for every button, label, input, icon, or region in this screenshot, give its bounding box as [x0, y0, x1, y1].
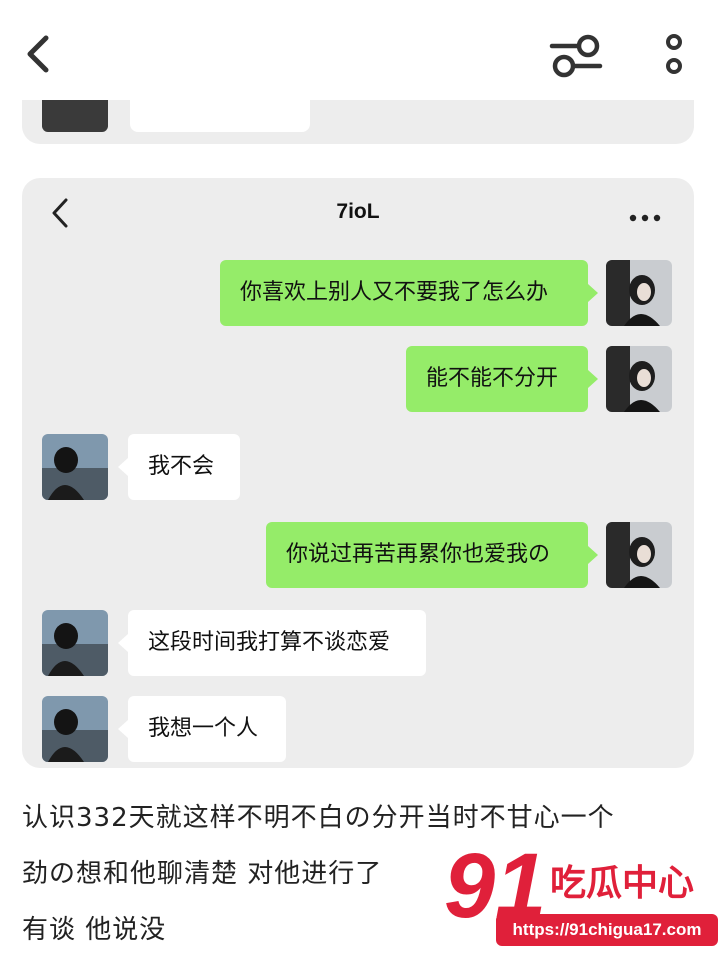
chat-title: 7ioL: [336, 200, 380, 223]
avatar-photo-icon: [606, 260, 672, 326]
bubble-tail: [118, 634, 128, 652]
vertical-dots-icon: [666, 34, 682, 74]
bubble-tail: [588, 284, 598, 302]
message-bubble: 能不能不分开: [406, 346, 588, 412]
message-row: 这段时间我打算不谈恋爱: [22, 610, 694, 676]
chevron-left-icon: [27, 35, 49, 73]
message-bubble: 你喜欢上别人又不要我了怎么办: [220, 260, 588, 326]
sliders-icon: [549, 34, 603, 78]
previous-chat-card: [22, 100, 694, 144]
chat-screenshot-card: 7ioL 你喜欢上别人又不要我了怎么办 能不能不分开 我不会 你说过再苦再累你也…: [22, 178, 694, 768]
avatar-photo-icon: [42, 434, 108, 500]
avatar-me: [606, 346, 672, 412]
avatar-photo-icon: [42, 696, 108, 762]
chat-header: 7ioL: [22, 178, 694, 248]
bubble-tail: [588, 370, 598, 388]
avatar-them: [42, 610, 108, 676]
message-bubble: 我不会: [128, 434, 240, 500]
message-bubble: 我想一个人: [128, 696, 286, 762]
bubble-tail: [118, 720, 128, 738]
bubble-tail: [588, 546, 598, 564]
horizontal-dots-icon: [629, 214, 661, 222]
watermark-url: https://91chigua17.com: [496, 914, 718, 946]
message-row: 能不能不分开: [22, 346, 694, 412]
watermark-name: 吃瓜中心: [550, 863, 695, 904]
avatar-them: [42, 434, 108, 500]
avatar-photo-icon: [606, 346, 672, 412]
avatar-me: [606, 522, 672, 588]
bubble-tail: [118, 458, 128, 476]
message-bubble: 这段时间我打算不谈恋爱: [128, 610, 426, 676]
more-button[interactable]: [656, 32, 692, 80]
avatar-photo-icon: [606, 522, 672, 588]
back-button[interactable]: [20, 32, 60, 76]
chat-more-button: [628, 208, 662, 222]
message-row: 你说过再苦再累你也爱我の: [22, 522, 694, 588]
avatar-photo-icon: [42, 610, 108, 676]
message-row: 我不会: [22, 434, 694, 500]
message-row: 我想一个人: [22, 696, 694, 762]
message-bubble: 你说过再苦再累你也爱我の: [266, 522, 588, 588]
avatar-them: [42, 696, 108, 762]
message-row: 你喜欢上别人又不要我了怎么办: [22, 260, 694, 326]
site-watermark: 91 吃瓜中心 https://91chigua17.com: [432, 836, 720, 960]
top-bar: [0, 0, 720, 110]
avatar-me: [606, 260, 672, 326]
avatar: [42, 100, 108, 132]
message-bubble: [130, 100, 310, 132]
filter-button[interactable]: [548, 32, 604, 80]
